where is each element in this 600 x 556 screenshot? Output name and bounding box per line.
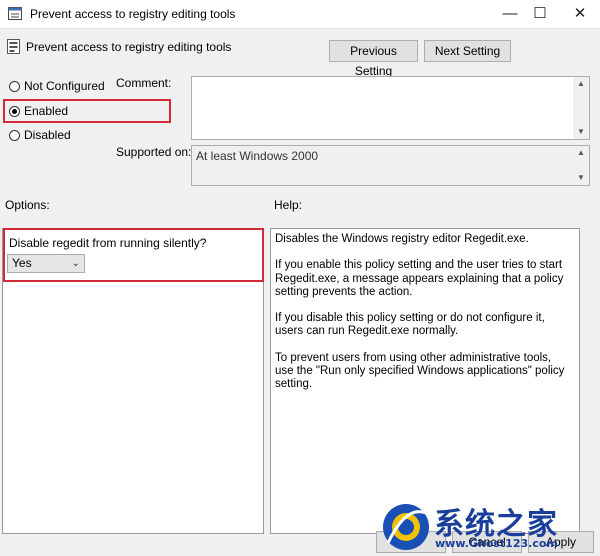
- watermark: 系统之家 www.Ghost123.com: [380, 497, 600, 556]
- maximize-button[interactable]: ☐: [520, 0, 560, 28]
- radio-disabled[interactable]: Disabled: [9, 126, 71, 144]
- supported-on-field: At least Windows 2000 ▲ ▼: [191, 145, 590, 186]
- radio-label: Not Configured: [24, 79, 105, 93]
- supported-scrollbar[interactable]: ▲ ▼: [573, 146, 589, 185]
- maximize-icon: ☐: [533, 5, 547, 22]
- minimize-icon: —: [502, 5, 518, 22]
- help-text: Disables the Windows registry editor Reg…: [275, 233, 570, 405]
- radio-enabled[interactable]: Enabled: [9, 102, 68, 120]
- chevron-down-icon: ⌄: [71, 258, 80, 269]
- next-setting-button[interactable]: Next Setting: [424, 40, 511, 62]
- title-bar: Prevent access to registry editing tools…: [0, 0, 600, 29]
- policy-icon: [8, 7, 22, 20]
- previous-setting-button[interactable]: Previous Setting: [329, 40, 418, 78]
- radio-circle[interactable]: [9, 129, 20, 141]
- radio-circle[interactable]: [9, 105, 20, 117]
- policy-setting-icon: [7, 39, 20, 54]
- scroll-up-icon[interactable]: ▲: [573, 77, 589, 91]
- scroll-up-icon[interactable]: ▲: [573, 146, 589, 160]
- window-title: Prevent access to registry editing tools: [30, 7, 236, 21]
- policy-name: Prevent access to registry editing tools: [26, 40, 232, 54]
- scroll-down-icon[interactable]: ▼: [573, 125, 589, 139]
- supported-on-value: At least Windows 2000: [196, 149, 319, 163]
- watermark-url: www.Ghost123.com: [435, 537, 558, 550]
- help-paragraph: Disables the Windows registry editor Reg…: [275, 233, 529, 245]
- comment-field[interactable]: ▲ ▼: [191, 76, 590, 140]
- radio-label: Disabled: [24, 128, 71, 142]
- supported-on-label: Supported on:: [116, 145, 192, 159]
- comment-label: Comment:: [116, 76, 172, 90]
- silent-dropdown[interactable]: Yes ⌄: [7, 254, 85, 273]
- help-label: Help:: [274, 198, 303, 212]
- radio-not-configured[interactable]: Not Configured: [9, 77, 105, 95]
- option-question: Disable regedit from running silently?: [9, 236, 207, 250]
- radio-selected-dot: [12, 108, 17, 114]
- help-paragraph: If you disable this policy setting or do…: [275, 312, 545, 338]
- help-paragraph: If you enable this policy setting and th…: [275, 259, 564, 298]
- scroll-down-icon[interactable]: ▼: [573, 171, 589, 185]
- help-paragraph: To prevent users from using other admini…: [275, 351, 565, 391]
- watermark-logo-icon: [383, 504, 429, 550]
- options-label: Options:: [5, 198, 50, 212]
- dropdown-value: Yes: [12, 256, 32, 270]
- radio-circle[interactable]: [9, 80, 20, 92]
- next-setting-label: Next Setting: [434, 44, 501, 58]
- comment-scrollbar[interactable]: ▲ ▼: [573, 77, 589, 139]
- close-button[interactable]: ✕: [560, 0, 600, 28]
- previous-setting-label: Previous Setting: [350, 44, 397, 78]
- close-icon: ✕: [573, 5, 587, 22]
- radio-label: Enabled: [24, 104, 69, 118]
